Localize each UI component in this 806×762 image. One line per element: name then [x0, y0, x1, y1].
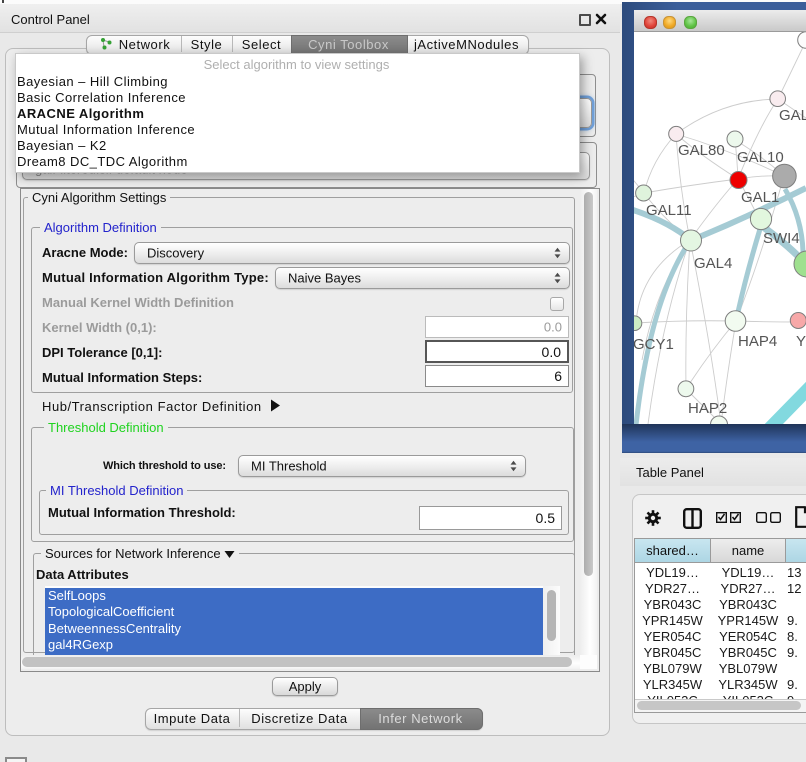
svg-text:HAP2: HAP2	[688, 400, 727, 417]
svg-text:SWI4: SWI4	[763, 230, 800, 247]
svg-text:GAL4: GAL4	[694, 255, 732, 272]
svg-text:GAL1: GAL1	[741, 189, 779, 206]
svg-text:GAL80: GAL80	[678, 142, 725, 159]
svg-text:HAP4: HAP4	[738, 333, 777, 350]
svg-text:GAL10: GAL10	[737, 149, 784, 166]
svg-text:GAL11: GAL11	[646, 202, 692, 219]
svg-text:GAL7: GAL7	[779, 107, 806, 124]
svg-text:GCY1: GCY1	[634, 336, 674, 353]
svg-text:Y: Y	[796, 333, 806, 350]
